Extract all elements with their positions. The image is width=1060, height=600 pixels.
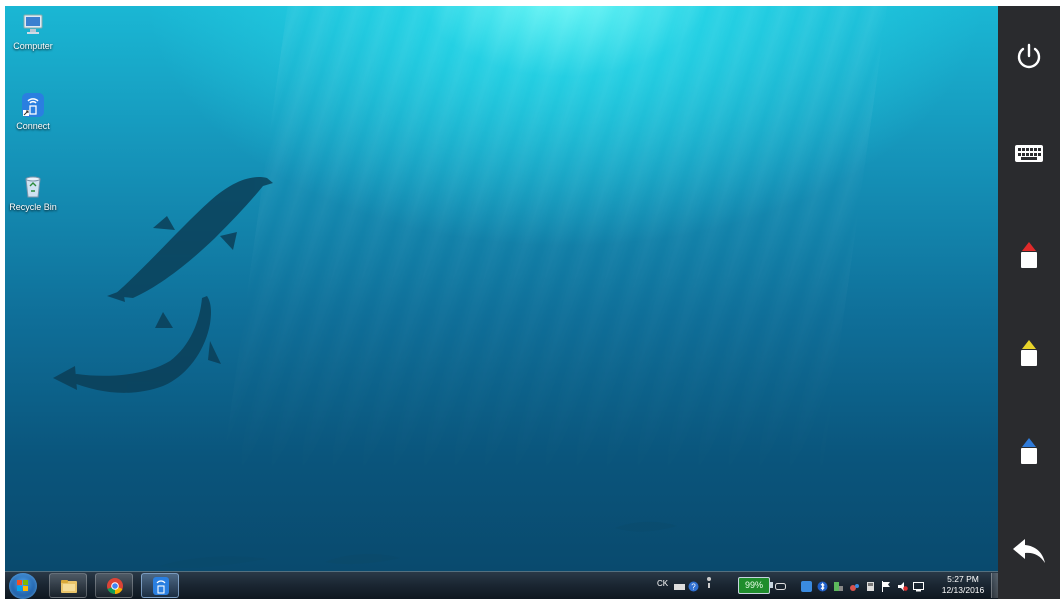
taskbar: CK ? 99% 5:27 PM 12/13/2016 <box>5 571 999 599</box>
clock-time: 5:27 PM <box>947 574 979 584</box>
back-arrow-icon <box>1013 539 1045 563</box>
help-tray-icon[interactable]: ? <box>688 579 699 592</box>
file-explorer-icon <box>60 577 78 595</box>
desktop-icon-recycle-bin[interactable]: Recycle Bin <box>5 173 61 212</box>
recycle-bin-icon <box>20 173 46 199</box>
battery-indicator[interactable]: 99% <box>738 577 773 594</box>
taskbar-file-explorer-button[interactable] <box>49 573 87 598</box>
svg-text:?: ? <box>691 583 696 592</box>
dolphins-illustration <box>53 177 677 569</box>
action-center-flag-icon[interactable] <box>881 579 892 592</box>
blue-marker-button[interactable] <box>1009 432 1049 472</box>
taskbar-connect-button[interactable] <box>141 573 179 598</box>
app-tray-icon-4[interactable] <box>865 579 876 591</box>
app-tray-icon-2[interactable] <box>833 579 844 591</box>
connect-app-icon <box>152 577 170 595</box>
desktop-icon-connect[interactable]: Connect <box>5 92 61 131</box>
bluetooth-tray-icon[interactable] <box>817 579 828 592</box>
yellow-marker-icon <box>1021 340 1037 366</box>
app-tray-icon-1[interactable] <box>801 579 812 592</box>
chrome-icon <box>106 577 124 595</box>
system-clock[interactable]: 5:27 PM 12/13/2016 <box>939 574 987 596</box>
language-indicator[interactable]: CK <box>657 579 668 588</box>
computer-icon <box>20 12 46 38</box>
connect-icon <box>20 92 46 118</box>
start-button[interactable] <box>9 573 37 599</box>
keyboard-button[interactable] <box>1009 134 1049 174</box>
red-marker-icon <box>1021 242 1037 268</box>
settings-tray-icon[interactable] <box>704 575 715 588</box>
volume-tray-icon[interactable] <box>897 579 908 591</box>
blue-marker-icon <box>1021 438 1037 464</box>
keyboard-tray-icon[interactable] <box>674 579 685 590</box>
power-button[interactable] <box>1009 36 1049 76</box>
clock-date: 12/13/2016 <box>941 585 985 595</box>
display-tray-icon[interactable] <box>913 579 924 592</box>
app-tray-icon-3[interactable] <box>849 579 860 591</box>
side-toolbar <box>998 6 1060 599</box>
red-marker-button[interactable] <box>1009 236 1049 276</box>
power-icon <box>1017 43 1041 69</box>
desktop-icon-computer[interactable]: Computer <box>5 12 61 51</box>
network-tray-icon[interactable] <box>775 579 786 590</box>
desktop-wallpaper: Computer Connect Recycle Bin <box>5 6 998 571</box>
battery-percent: 99% <box>744 580 763 590</box>
keyboard-icon <box>1015 145 1043 162</box>
windows-logo-icon <box>17 580 29 592</box>
back-button[interactable] <box>1009 531 1049 571</box>
taskbar-chrome-button[interactable] <box>95 573 133 598</box>
yellow-marker-button[interactable] <box>1009 334 1049 374</box>
